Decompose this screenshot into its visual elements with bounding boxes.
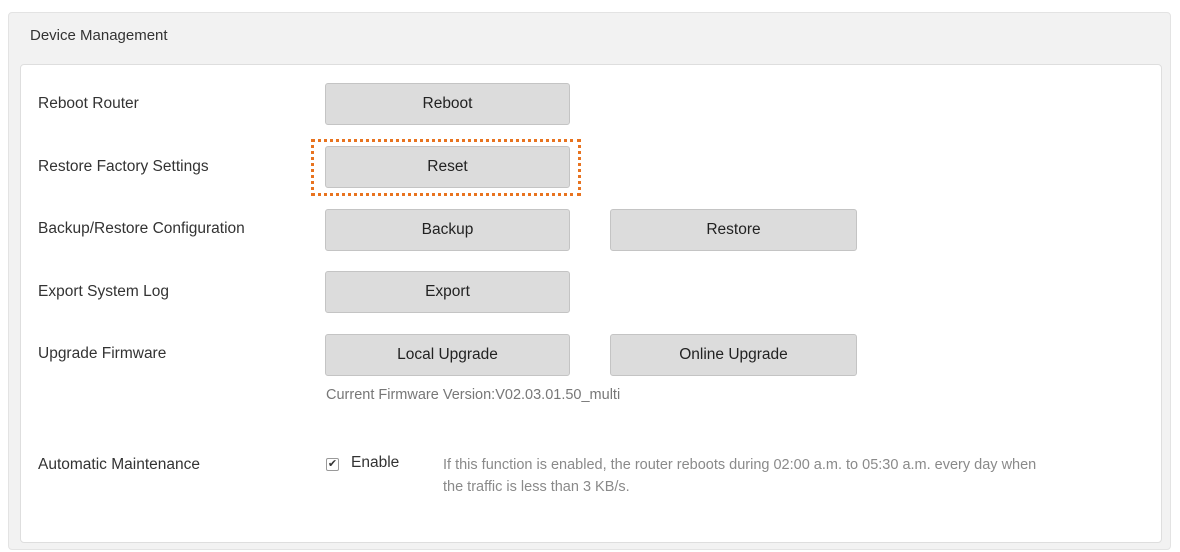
firmware-version-text: Current Firmware Version:V02.03.01.50_mu… xyxy=(326,387,621,403)
reboot-router-label: Reboot Router xyxy=(38,95,139,112)
enable-checkbox[interactable]: ✔ xyxy=(326,458,339,471)
online-upgrade-button[interactable]: Online Upgrade xyxy=(610,334,857,376)
restore-factory-label: Restore Factory Settings xyxy=(38,158,209,175)
maintenance-description: If this function is enabled, the router … xyxy=(443,457,1037,495)
backup-restore-label: Backup/Restore Configuration xyxy=(38,220,245,237)
export-log-label: Export System Log xyxy=(38,283,169,300)
section-title: Device Management xyxy=(30,27,168,44)
automatic-maintenance-label: Automatic Maintenance xyxy=(38,456,200,473)
enable-checkbox-label[interactable]: Enable xyxy=(351,454,399,472)
checkmark-icon: ✔ xyxy=(327,458,338,470)
restore-button[interactable]: Restore xyxy=(610,209,857,251)
reset-button[interactable]: Reset xyxy=(325,146,570,188)
local-upgrade-button[interactable]: Local Upgrade xyxy=(325,334,570,376)
export-button[interactable]: Export xyxy=(325,271,570,313)
reboot-button[interactable]: Reboot xyxy=(325,83,570,125)
upgrade-firmware-label: Upgrade Firmware xyxy=(38,345,167,362)
backup-button[interactable]: Backup xyxy=(325,209,570,251)
